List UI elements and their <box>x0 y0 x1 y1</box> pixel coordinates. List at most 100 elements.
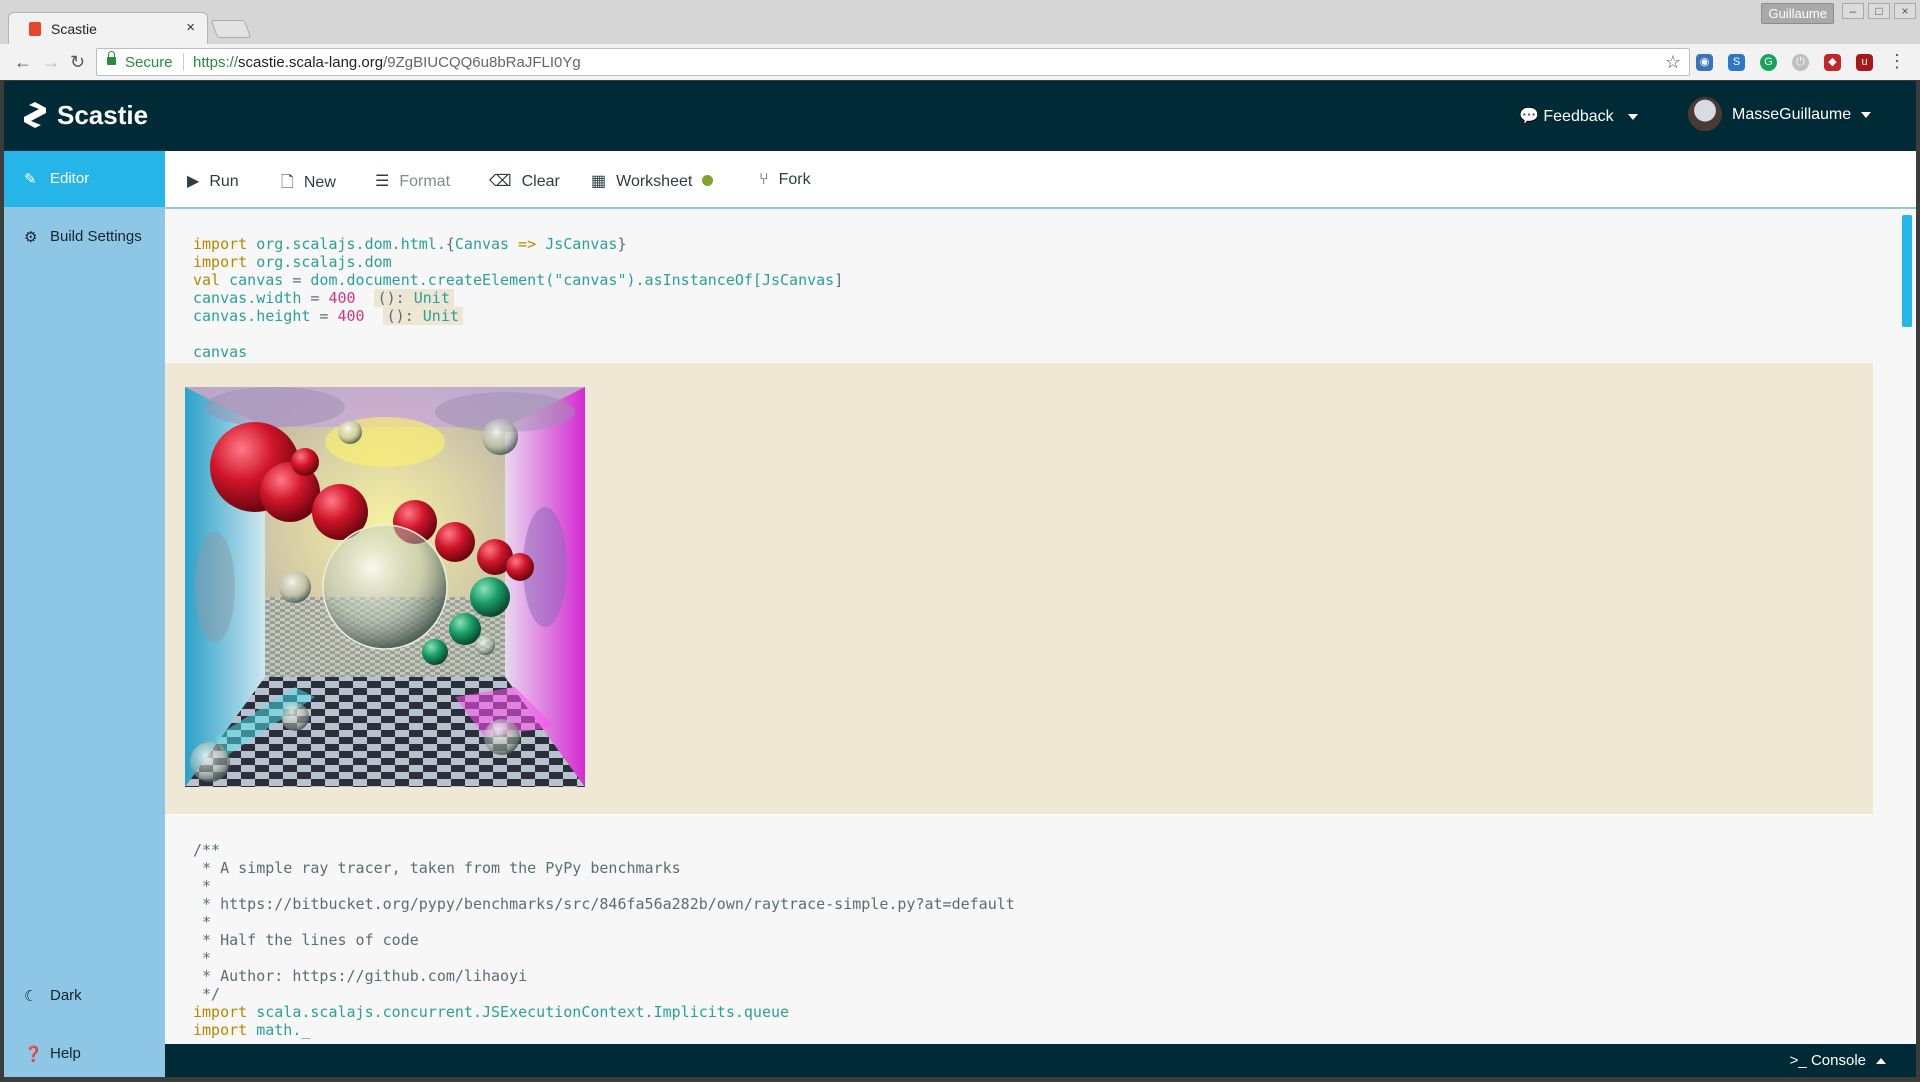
moon-icon: ☾ <box>24 988 38 1005</box>
code-line: * https://bitbucket.org/pypy/benchmarks/… <box>193 895 1015 913</box>
new-button[interactable]: 🗋 New <box>281 171 336 198</box>
code-line: canvas.height = 400 (): Unit <box>193 307 463 325</box>
browser-tab[interactable]: Scastie × <box>8 12 208 44</box>
feedback-label: Feedback <box>1543 108 1614 125</box>
url-host: scastie.scala-lang.org <box>238 54 384 71</box>
code-line: val canvas = dom.document.createElement(… <box>193 271 844 289</box>
forward-icon[interactable]: → <box>42 52 60 73</box>
browser-profile-badge[interactable]: Guillaume <box>1761 3 1834 24</box>
bookmark-star-icon[interactable]: ☆ <box>1665 52 1681 73</box>
console-label: Console <box>1810 1052 1866 1069</box>
scastie-favicon-icon <box>29 22 41 36</box>
worksheet-status-dot <box>702 175 714 186</box>
code-line: canvas.width = 400 (): Unit <box>193 289 454 307</box>
fork-icon: ⑂ <box>759 171 769 188</box>
sidebar-item-dark[interactable]: ☾ Dark <box>4 968 165 1024</box>
feedback-menu[interactable]: 💬 Feedback <box>1519 106 1639 126</box>
question-icon: ❓ <box>24 1046 43 1063</box>
raytrace-canvas-image <box>185 387 585 787</box>
code-line: * A simple ray tracer, taken from the Py… <box>193 859 681 877</box>
tab-close-icon[interactable]: × <box>186 19 195 36</box>
user-name-text: MasseGuillaume <box>1732 106 1852 123</box>
format-label: Format <box>399 173 451 190</box>
worksheet-toggle[interactable]: ▦ Worksheet <box>591 171 714 191</box>
sidebar-item-label: Build Settings <box>50 228 142 245</box>
gear-icon: ⚙ <box>24 229 38 246</box>
play-icon: ▶ <box>187 173 200 190</box>
tab-title: Scastie <box>51 21 97 37</box>
extension-owl-icon[interactable]: ◉ <box>1696 54 1713 71</box>
tab-strip: Scastie × Guillaume – □ × <box>0 0 1920 44</box>
extension-power-icon[interactable]: ⏻ <box>1792 54 1809 71</box>
url-text[interactable]: https://scastie.scala-lang.org/9ZgBIUCQQ… <box>193 54 581 71</box>
minimize-window-icon[interactable]: – <box>1842 3 1864 19</box>
code-line: */ <box>193 985 221 1003</box>
worksheet-output <box>165 363 1873 814</box>
eraser-icon: ⌫ <box>489 173 512 190</box>
sidebar: ✎ Editor ⚙ Build Settings ☾ Dark ❓ Help <box>4 151 165 1077</box>
worksheet-label: Worksheet <box>616 173 693 190</box>
user-name: MasseGuillaume <box>1732 106 1872 124</box>
browser-menu-icon[interactable]: ⋮ <box>1888 51 1906 72</box>
avatar <box>1688 97 1722 131</box>
extension-grammarly-icon[interactable]: G <box>1760 54 1777 71</box>
code-line: * Author: https://github.com/lihaoyi <box>193 967 528 985</box>
align-icon: ☰ <box>375 173 390 190</box>
back-icon[interactable]: ← <box>14 52 32 73</box>
sidebar-item-build-settings[interactable]: ⚙ Build Settings <box>4 209 165 265</box>
fork-label: Fork <box>778 171 811 188</box>
code-line: * Half the lines of code <box>193 931 419 949</box>
extension-s-icon[interactable]: S <box>1728 54 1745 71</box>
close-window-icon[interactable]: × <box>1894 3 1916 19</box>
calendar-icon: ▦ <box>591 173 607 190</box>
maximize-window-icon[interactable]: □ <box>1868 3 1890 19</box>
scastie-logo-icon <box>24 102 46 128</box>
top-bar: Scastie 💬 Feedback MasseGuillaume <box>4 81 1916 151</box>
code-line: import org.scalajs.dom.html.{Canvas => J… <box>193 235 627 253</box>
code-editor[interactable]: import org.scalajs.dom.html.{Canvas => J… <box>165 209 1916 1044</box>
console-toggle[interactable]: >_ Console <box>1790 1052 1886 1069</box>
code-line: import org.scalajs.dom <box>193 253 392 271</box>
inline-type-hint: (): Unit <box>373 289 454 307</box>
code-line: * <box>193 949 212 967</box>
url-scheme: https:// <box>193 54 239 71</box>
console-bar[interactable]: >_ Console <box>165 1044 1916 1077</box>
edit-icon: ✎ <box>24 171 37 188</box>
sidebar-item-editor[interactable]: ✎ Editor <box>4 151 165 207</box>
editor-toolbar: ▶ Run 🗋 New ☰ Format ⌫ Clear ▦ Worksheet ⑂ For… <box>165 151 1916 209</box>
browser-chrome: Scastie × Guillaume – □ × ← → ↻ Secure h… <box>0 0 1920 80</box>
url-path: /9ZgBIUCQQ6u8bRaJFLI0Yg <box>383 54 581 71</box>
code-line: import math._ <box>193 1021 311 1039</box>
file-icon: 🗋 <box>281 174 294 191</box>
chevron-down-icon <box>1861 111 1872 118</box>
code-line: import scala.scalajs.concurrent.JSExecut… <box>193 1003 790 1021</box>
extension-shield-icon[interactable]: ◆ <box>1824 54 1841 71</box>
lock-icon <box>107 51 116 65</box>
code-line: /** <box>193 841 221 859</box>
run-label: Run <box>209 173 239 190</box>
code-line: * <box>193 913 212 931</box>
sidebar-item-help[interactable]: ❓ Help <box>4 1026 165 1082</box>
code-line: canvas <box>193 343 248 361</box>
brand-name: Scastie <box>57 100 149 130</box>
clear-button[interactable]: ⌫ Clear <box>489 171 560 191</box>
editor-scrollbar[interactable] <box>1902 215 1912 327</box>
address-bar[interactable]: Secure https://scastie.scala-lang.org/9Z… <box>96 48 1690 76</box>
inline-type-hint: (): Unit <box>382 307 463 325</box>
new-tab-button[interactable] <box>210 20 252 38</box>
run-button[interactable]: ▶ Run <box>187 171 239 191</box>
fork-button[interactable]: ⑂ Fork <box>759 171 811 189</box>
extension-ublock-icon[interactable]: u <box>1856 54 1873 71</box>
secure-label: Secure <box>125 54 173 71</box>
scastie-app: Scastie 💬 Feedback MasseGuillaume ✎ Edit… <box>4 81 1916 1077</box>
sidebar-item-label: Help <box>50 1045 81 1062</box>
reload-icon[interactable]: ↻ <box>70 52 85 73</box>
chevron-down-icon <box>1628 113 1639 120</box>
sidebar-item-label: Dark <box>50 987 82 1004</box>
browser-toolbar: ← → ↻ Secure https://scastie.scala-lang.… <box>0 44 1920 80</box>
code-line: * <box>193 877 212 895</box>
format-button[interactable]: ☰ Format <box>375 171 450 191</box>
terminal-icon: >_ <box>1789 1052 1807 1069</box>
chat-icon: 💬 <box>1519 108 1539 125</box>
address-divider <box>183 53 184 71</box>
